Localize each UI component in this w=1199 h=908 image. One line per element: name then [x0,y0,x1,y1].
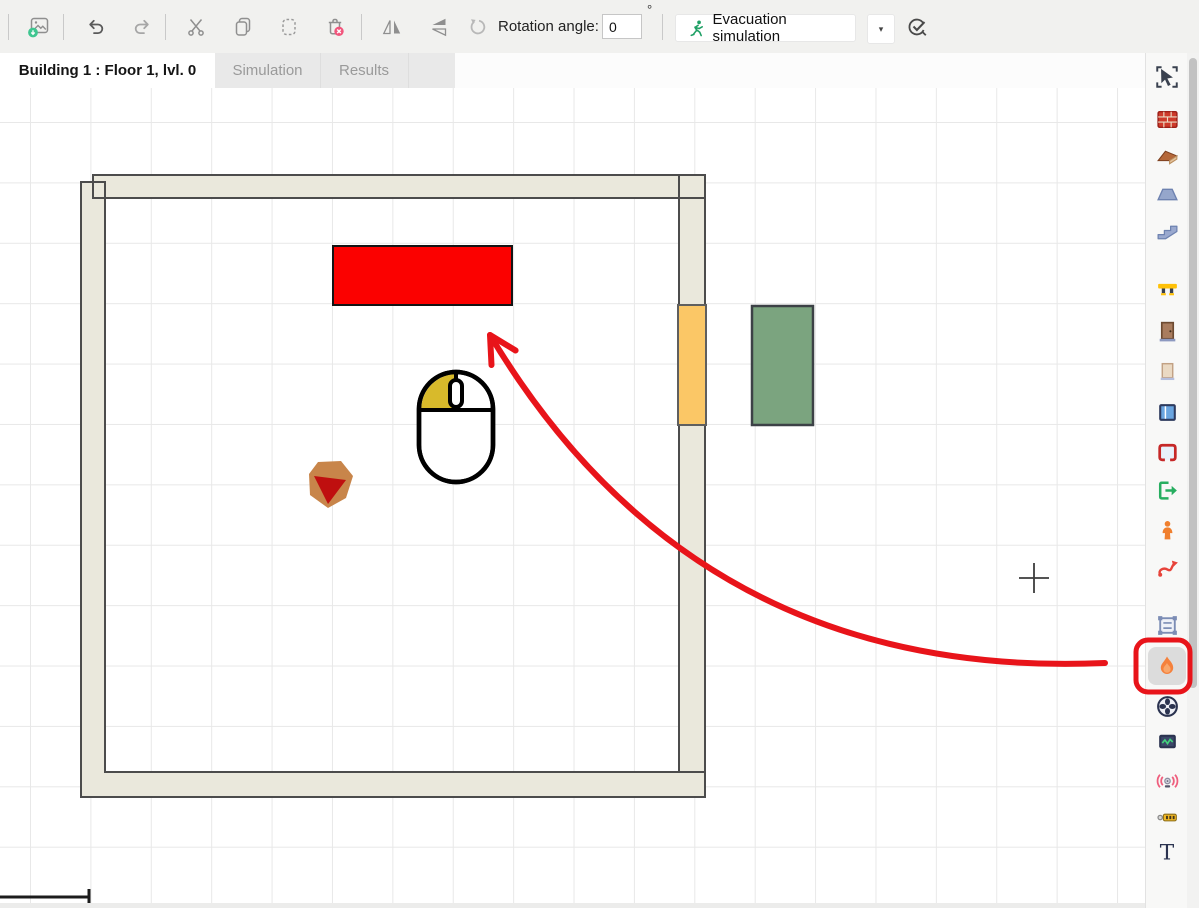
roof-tool-button[interactable] [1150,140,1184,174]
delete-button[interactable] [323,15,347,39]
rotate-button[interactable] [466,15,490,39]
brick-wall-icon [1155,107,1180,132]
export-image-button[interactable] [27,15,51,39]
tab-building-floor[interactable]: Building 1 : Floor 1, lvl. 0 [0,53,215,88]
siren-tool-button[interactable] [1150,763,1184,797]
rotation-angle-input[interactable] [602,14,642,39]
floor-plan-drawing [0,88,1145,908]
toolbar-separator [165,14,166,40]
path-icon [1155,556,1180,581]
fan-tool-button[interactable] [1150,689,1184,723]
toolbar-separator [8,14,9,40]
toolbar-separator [63,14,64,40]
main-toolbar: Rotation angle: ° Evacuation simulation … [0,0,1199,54]
rotate-icon [466,15,490,39]
floor-plan-canvas[interactable] [0,88,1145,908]
select-icon [1154,64,1180,90]
zone-icon [1155,439,1180,464]
flip-horizontal-button[interactable] [380,15,404,39]
toolbar-separator [662,14,663,40]
copy-button[interactable] [231,15,255,39]
window-tool-button[interactable] [1150,395,1184,429]
evacuation-simulation-label: Evacuation simulation [713,11,855,45]
door-opening[interactable] [678,305,706,425]
stairs-icon [1155,219,1180,244]
zone-tool-button[interactable] [1150,434,1184,468]
fan-icon [1155,694,1180,719]
evacuation-simulation-button[interactable]: Evacuation simulation [675,14,856,42]
redo-icon [130,15,154,39]
undo-icon [84,15,108,39]
monitor-tool-button[interactable] [1150,724,1184,758]
vertical-scrollbar-thumb[interactable] [1189,58,1197,688]
cut-icon [184,15,208,39]
svg-text:T: T [1160,841,1175,865]
green-zone-rect[interactable] [752,306,813,425]
vertical-scrollbar[interactable] [1187,53,1199,908]
degree-symbol: ° [647,2,652,17]
text-icon: T [1154,839,1180,865]
tab-results[interactable]: Results [320,53,409,88]
red-zone-rect[interactable] [333,246,512,305]
exit-tool-button[interactable] [1150,473,1184,507]
person-tool-button[interactable] [1150,513,1184,547]
tab-simulation[interactable]: Simulation [215,53,321,88]
chevron-down-icon: ▾ [879,24,884,35]
siren-icon [1155,768,1180,793]
runner-icon [687,19,706,38]
select-tool-button[interactable] [1150,60,1184,94]
door-tool-button[interactable] [1150,314,1184,348]
paste-button[interactable] [277,15,301,39]
export-image-icon [27,14,51,40]
sensor-icon [1155,805,1180,830]
copy-icon [231,15,255,39]
flip-vertical-icon [427,15,451,39]
open-door-icon [1155,359,1180,384]
mouse-scroll-wheel [450,380,462,407]
validate-button[interactable] [903,13,931,41]
paste-icon [277,15,301,39]
validate-click-icon [904,14,930,40]
wall-tool-button[interactable] [1150,102,1184,136]
roof-icon [1155,145,1180,170]
fire-icon [1155,654,1179,678]
toolbar-separator [361,14,362,40]
tool-sidebar: T [1145,53,1188,908]
window-icon [1155,400,1180,425]
wall-right[interactable] [679,175,705,797]
undo-button[interactable] [84,15,108,39]
evacuation-simulation-app: Rotation angle: ° Evacuation simulation … [0,0,1199,908]
door-icon [1155,319,1180,344]
flip-vertical-button[interactable] [427,15,451,39]
path-tool-button[interactable] [1150,551,1184,585]
delete-icon [323,14,347,40]
rotation-angle-label: Rotation angle: [498,0,599,53]
person-icon [1155,518,1180,543]
open-door-tool-button[interactable] [1150,354,1184,388]
cut-button[interactable] [184,15,208,39]
redo-button[interactable] [130,15,154,39]
sensor-tool-button[interactable] [1150,800,1184,834]
exit-icon [1155,478,1180,503]
flip-horizontal-icon [380,15,404,39]
text-tool-button[interactable]: T [1150,835,1184,869]
stairs-tool-button[interactable] [1150,214,1184,248]
bench-tool-button[interactable] [1150,271,1184,305]
simulation-dropdown-button[interactable]: ▾ [867,14,895,44]
area-icon [1155,613,1180,638]
mouse-hint-illustration [419,372,493,482]
wall-top[interactable] [93,175,705,198]
horizontal-scrollbar[interactable] [0,903,1145,908]
platform-tool-button[interactable] [1150,177,1184,211]
fire-source-marker[interactable] [309,461,353,508]
platform-icon [1155,182,1180,207]
area-tool-button[interactable] [1150,608,1184,642]
monitor-icon [1155,729,1180,754]
bench-icon [1155,276,1180,301]
fire-tool-button[interactable] [1148,647,1186,685]
tab-bar: Simulation Results Building 1 : Floor 1,… [0,53,1199,88]
